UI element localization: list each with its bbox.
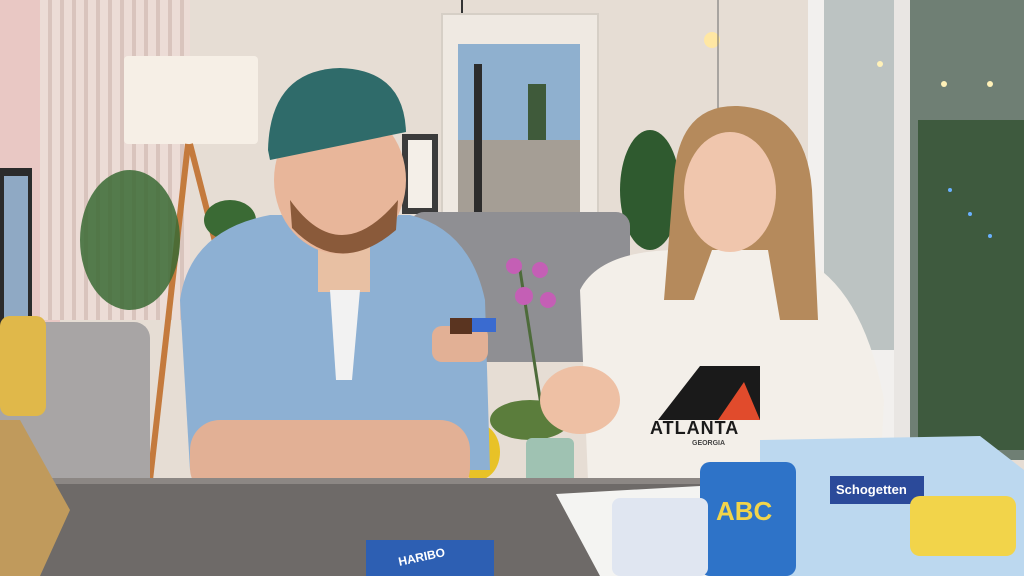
yellow-cushion xyxy=(0,316,46,416)
woman-hand xyxy=(540,366,620,434)
schogetten-label: Schogetten xyxy=(836,482,907,497)
shirt-text: ATLANTA xyxy=(650,418,740,438)
left-wall-picture xyxy=(0,168,32,328)
abc-bag-label: ABC xyxy=(716,496,773,526)
photo-scene: ATLANTA GEORGIA Schogetten ABC HARIBO xyxy=(0,0,1024,576)
chocolate-bar xyxy=(450,318,472,334)
framed-city-print xyxy=(441,13,599,215)
shirt-subtext: GEORGIA xyxy=(692,440,726,447)
